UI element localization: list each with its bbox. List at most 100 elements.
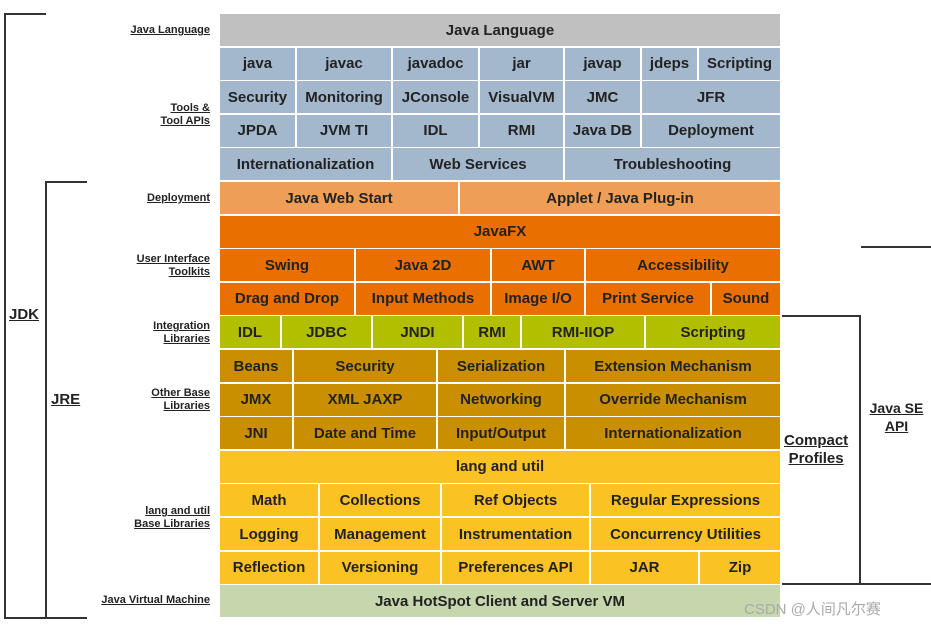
component-cell: Math [220, 484, 318, 517]
component-cell: JMC [565, 81, 640, 114]
component-cell: Instrumentation [442, 518, 589, 550]
compact-line2: Profiles [788, 450, 844, 467]
layer-row-ui-toolkits: Swing Java 2D AWT Accessibility [220, 249, 782, 282]
component-cell: Preferences API [442, 551, 589, 584]
component-cell: javadoc [393, 47, 478, 80]
component-cell: Beans [220, 350, 292, 382]
layer-row-lang-util: Logging Management Instrumentation Concurre… [220, 518, 782, 550]
javase-api-label: Java SE API [862, 399, 931, 435]
component-cell: Scripting [699, 47, 780, 80]
component-cell: Reflection [220, 551, 318, 584]
component-cell: Deployment [642, 114, 780, 147]
javase-line2: API [884, 418, 909, 434]
compact-bracket-top [782, 315, 861, 317]
label-tools-line1: Tools & [170, 102, 210, 114]
component-cell: Networking [438, 383, 564, 416]
label-tools: Tools & Tool APIs [161, 102, 211, 128]
label-other-line2: Libraries [163, 400, 210, 412]
label-ui-toolkits: User Interface Toolkits [137, 253, 210, 279]
jre-label: JRE [51, 391, 81, 408]
jre-bracket-vertical [45, 181, 47, 619]
component-cell: jar [480, 47, 563, 80]
javase-bracket-top [861, 246, 931, 248]
layer-row-java-language: Java Language [220, 14, 782, 46]
watermark: CSDN @人间凡尔赛 [744, 601, 881, 618]
label-integration-line2: Libraries [163, 333, 210, 345]
layer-row-other-base: JNI Date and Time Input/Output Internationa… [220, 417, 782, 450]
component-cell: Web Services [393, 148, 563, 181]
component-cell: Image I/O [492, 282, 584, 315]
component-cell: Java DB [565, 114, 640, 147]
component-cell: Internationalization [566, 417, 780, 450]
component-cell: JVM TI [297, 114, 391, 147]
component-cell: JConsole [393, 81, 478, 114]
component-cell: RMI [464, 316, 520, 349]
component-cell: JavaFX [220, 215, 780, 248]
layer-row-tools: Internationalization Web Services Troubles… [220, 148, 782, 181]
component-cell: JPDA [220, 114, 295, 147]
jdk-bracket-top [4, 13, 46, 15]
jre-bracket-top [45, 181, 87, 183]
component-cell: Swing [220, 249, 354, 282]
component-cell: Regular Expressions [591, 484, 780, 517]
layer-row-other-base: Beans Security Serialization Extension Mech… [220, 350, 782, 382]
component-cell: Print Service [586, 282, 710, 315]
component-cell: AWT [492, 249, 584, 282]
component-cell: Zip [700, 551, 780, 584]
component-cell: RMI [480, 114, 563, 147]
component-cell: jdeps [642, 47, 697, 80]
component-cell: JNI [220, 417, 292, 450]
component-cell: Input Methods [356, 282, 490, 315]
layer-row-tools: JPDA JVM TI IDL RMI Java DB Deployment [220, 114, 782, 147]
component-cell: JDBC [282, 316, 371, 349]
component-cell: Java HotSpot Client and Server VM [220, 585, 780, 618]
label-lang-line2: Base Libraries [134, 518, 210, 530]
component-cell: Security [294, 350, 436, 382]
jdk-label: JDK [9, 306, 40, 323]
component-cell: RMI-IIOP [522, 316, 644, 349]
component-cell: JNDI [373, 316, 462, 349]
component-cell: JFR [642, 81, 780, 114]
label-ui-line1: User Interface [136, 253, 210, 265]
component-cell: Troubleshooting [565, 148, 780, 181]
component-cell: javac [297, 47, 391, 80]
label-lang-line1: lang and util [145, 505, 210, 517]
label-java-language: Java Language [130, 24, 210, 36]
component-cell: IDL [220, 316, 280, 349]
component-cell: Internationalization [220, 148, 391, 181]
compact-bracket-vertical [859, 315, 861, 585]
component-cell: Java Language [220, 14, 780, 46]
label-tools-line2: Tool APIs [160, 115, 211, 127]
component-cell: Drag and Drop [220, 282, 354, 315]
label-integration-line1: Integration [153, 320, 210, 332]
component-cell: Applet / Java Plug-in [460, 182, 780, 214]
layer-row-lang-util: Math Collections Ref Objects Regular Expres… [220, 484, 782, 517]
label-ui-line2: Toolkits [168, 266, 210, 278]
component-cell: Serialization [438, 350, 564, 382]
component-cell: Security [220, 81, 295, 114]
component-cell: Ref Objects [442, 484, 589, 517]
component-cell: java [220, 47, 295, 80]
component-cell: Sound [712, 282, 780, 315]
jdk-bracket-vertical [4, 13, 6, 619]
compact-profiles-label: Compact Profiles [784, 432, 848, 468]
component-cell: Logging [220, 518, 318, 550]
component-cell: Extension Mechanism [566, 350, 780, 382]
layer-row-lang-util: lang and util [220, 450, 782, 483]
layer-row-integration: IDL JDBC JNDI RMI RMI-IIOP Scripting [220, 316, 782, 349]
label-other-line1: Other Base [151, 387, 210, 399]
component-cell: Java Web Start [220, 182, 458, 214]
layer-row-ui-toolkits: Drag and Drop Input Methods Image I/O Print… [220, 282, 782, 315]
component-cell: lang and util [220, 450, 780, 483]
component-cell: IDL [393, 114, 478, 147]
component-cell: Override Mechanism [566, 383, 780, 416]
label-lang-util: lang and util Base Libraries [134, 505, 210, 531]
component-cell: Concurrency Utilities [591, 518, 780, 550]
component-cell: JAR [591, 551, 698, 584]
layer-row-deployment: Java Web Start Applet / Java Plug-in [220, 182, 782, 214]
label-integration: Integration Libraries [153, 320, 210, 346]
component-cell: javap [565, 47, 640, 80]
layer-row-ui-toolkits: JavaFX [220, 215, 782, 248]
component-cell: Management [320, 518, 440, 550]
javase-line1: Java SE [869, 400, 924, 416]
